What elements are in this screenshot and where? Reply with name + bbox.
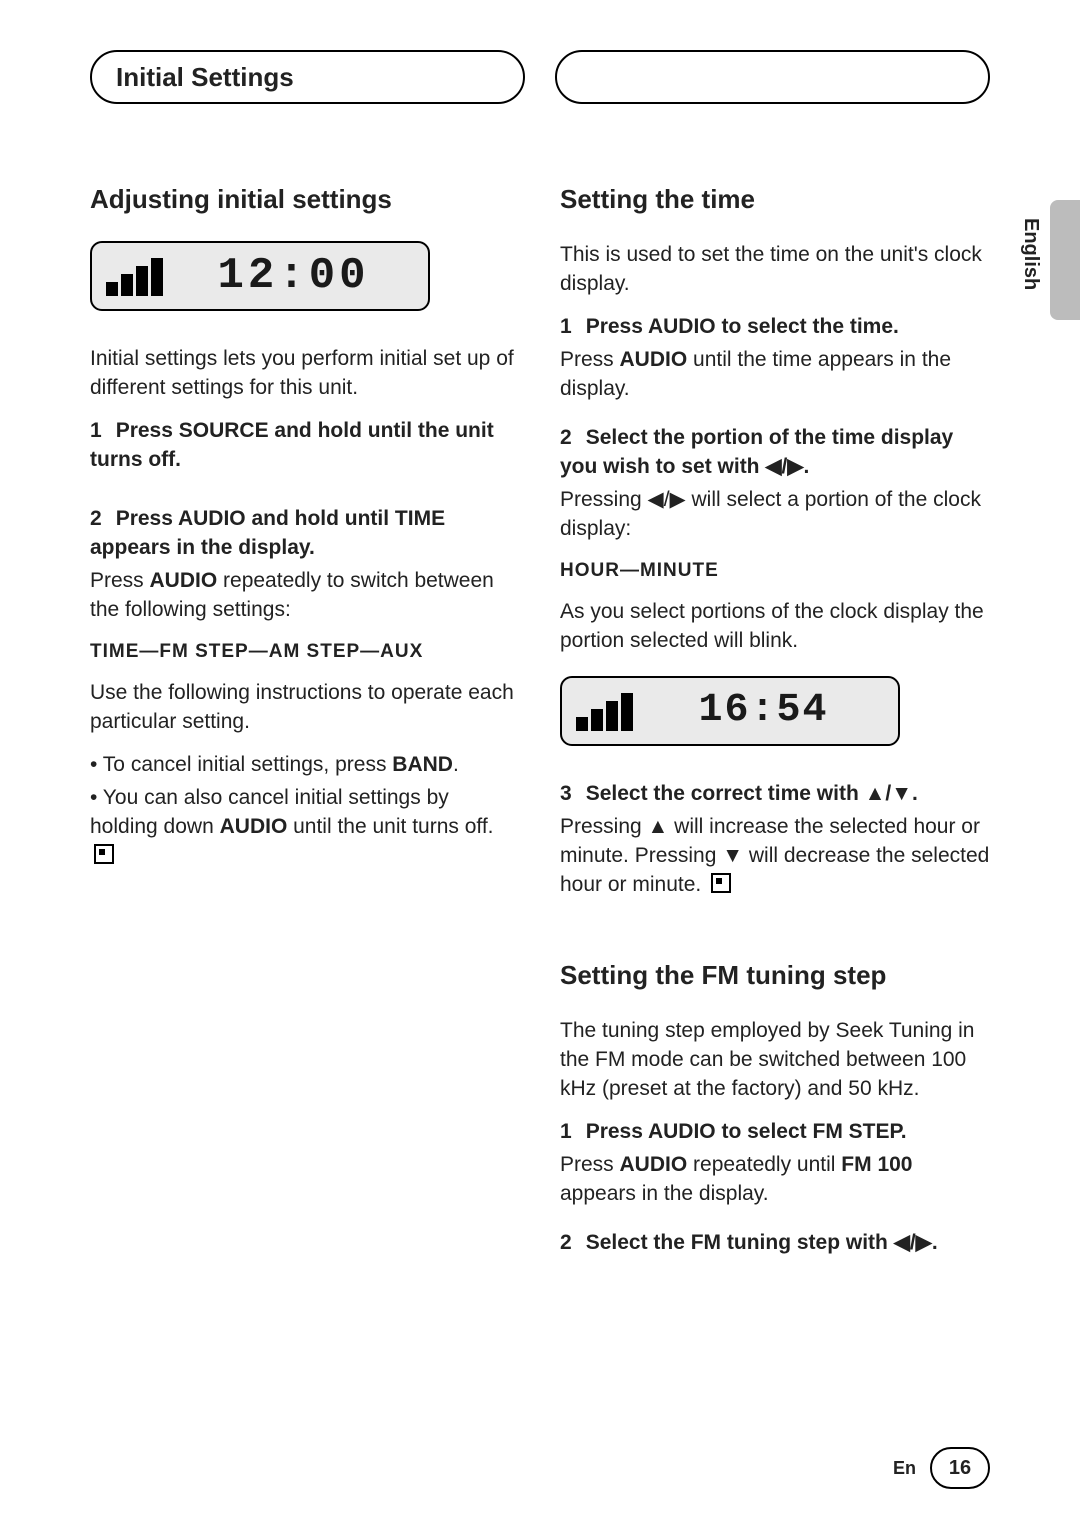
fm-step-1: 1 Press AUDIO to select FM STEP. [560, 1118, 990, 1147]
signal-icon [106, 256, 163, 296]
audio-bold: AUDIO [620, 348, 688, 371]
lcd-time-2: 16:54 [643, 688, 884, 733]
time-step-1-desc: Press AUDIO until the time appears in th… [560, 346, 990, 404]
fm100-bold: FM 100 [841, 1153, 912, 1176]
t: Press [560, 348, 620, 371]
time-step-2-desc2: As you select portions of the clock disp… [560, 598, 990, 656]
signal-icon [576, 691, 633, 731]
settings-sequence: TIME—FM STEP—AM STEP—AUX [90, 639, 520, 665]
s2-num: 2 [560, 426, 572, 449]
s1-text: Press AUDIO to select the time. [586, 315, 899, 338]
section-title: Initial Settings [116, 62, 294, 93]
step-2-text: Press AUDIO and hold until TIME appears … [90, 507, 445, 559]
fm-step-1-desc: Press AUDIO repeatedly until FM 100 appe… [560, 1151, 990, 1209]
lcd-time-1: 12:00 [173, 251, 414, 301]
header-row: Initial Settings [90, 50, 990, 104]
t: . [453, 753, 459, 776]
time-step-2: 2Select the portion of the time display … [560, 424, 990, 482]
t: repeatedly until [687, 1153, 841, 1176]
s1-num: 1 [560, 315, 572, 338]
s3-text: Select the correct time with ▲/▼. [586, 782, 918, 805]
footer-lang: En [893, 1458, 916, 1479]
step-2-desc: Press AUDIO repeatedly to switch between… [90, 567, 520, 625]
t: • To cancel initial settings, press [90, 753, 392, 776]
heading-fm-step: Setting the FM tuning step [560, 960, 990, 991]
side-language-label: English [1019, 218, 1042, 290]
bullet-1: • To cancel initial settings, press BAND… [90, 751, 520, 780]
audio-bold: AUDIO [620, 1153, 688, 1176]
section-title-pill: Initial Settings [90, 50, 525, 104]
step-1-text: Press SOURCE and hold until the unit tur… [90, 419, 494, 471]
content-columns: Adjusting initial settings 12:00 Initial… [90, 184, 990, 1262]
audio-bold: AUDIO [150, 569, 218, 592]
step-2-num: 2 [90, 507, 102, 530]
s3-num: 3 [560, 782, 572, 805]
time-step-2-desc: Pressing ◀/▶ will select a portion of th… [560, 486, 990, 544]
end-mark-icon [711, 873, 731, 893]
band-bold: BAND [392, 753, 453, 776]
fm2-num: 2 [560, 1231, 572, 1254]
heading-adjusting: Adjusting initial settings [90, 184, 520, 215]
fm-intro: The tuning step employed by Seek Tuning … [560, 1017, 990, 1104]
t: Press [90, 569, 150, 592]
step-2: 2Press AUDIO and hold until TIME appears… [90, 505, 520, 563]
left-column: Adjusting initial settings 12:00 Initial… [90, 184, 520, 1262]
right-column: Setting the time This is used to set the… [560, 184, 990, 1262]
t: until the unit turns off. [287, 815, 493, 838]
fm-step-2: 2 Select the FM tuning step with ◀/▶. [560, 1229, 990, 1258]
bullet-2: • You can also cancel initial settings b… [90, 784, 520, 871]
heading-setting-time: Setting the time [560, 184, 990, 215]
fm1-text: Press AUDIO to select FM STEP. [586, 1120, 907, 1143]
intro-text: Initial settings lets you perform initia… [90, 345, 520, 403]
lcd-display-2: 16:54 [560, 676, 900, 746]
section-title-pill-empty [555, 50, 990, 104]
s2-text: Select the portion of the time display y… [560, 426, 953, 478]
time-step-3-desc: Pressing ▲ will increase the selected ho… [560, 813, 990, 900]
side-tab [1050, 200, 1080, 320]
t: Press [560, 1153, 620, 1176]
t: Pressing ▲ will increase the selected ho… [560, 815, 989, 896]
end-mark-icon [94, 844, 114, 864]
fm1-num: 1 [560, 1120, 572, 1143]
time-intro: This is used to set the time on the unit… [560, 241, 990, 299]
time-step-3: 3 Select the correct time with ▲/▼. [560, 780, 990, 809]
step-1-num: 1 [90, 419, 102, 442]
page-number-oval: 16 [930, 1447, 990, 1489]
page: Initial Settings English Adjusting initi… [0, 0, 1080, 1533]
lcd-display-1: 12:00 [90, 241, 430, 311]
audio-bold-2: AUDIO [220, 815, 288, 838]
fm2-text: Select the FM tuning step with ◀/▶. [586, 1231, 938, 1254]
hour-minute-line: HOUR—MINUTE [560, 558, 990, 584]
page-number: 16 [949, 1457, 971, 1480]
page-footer: En 16 [893, 1447, 990, 1489]
t: appears in the display. [560, 1182, 769, 1205]
time-step-1: 1 Press AUDIO to select the time. [560, 313, 990, 342]
use-instructions: Use the following instructions to operat… [90, 679, 520, 737]
step-1: 1Press SOURCE and hold until the unit tu… [90, 417, 520, 475]
